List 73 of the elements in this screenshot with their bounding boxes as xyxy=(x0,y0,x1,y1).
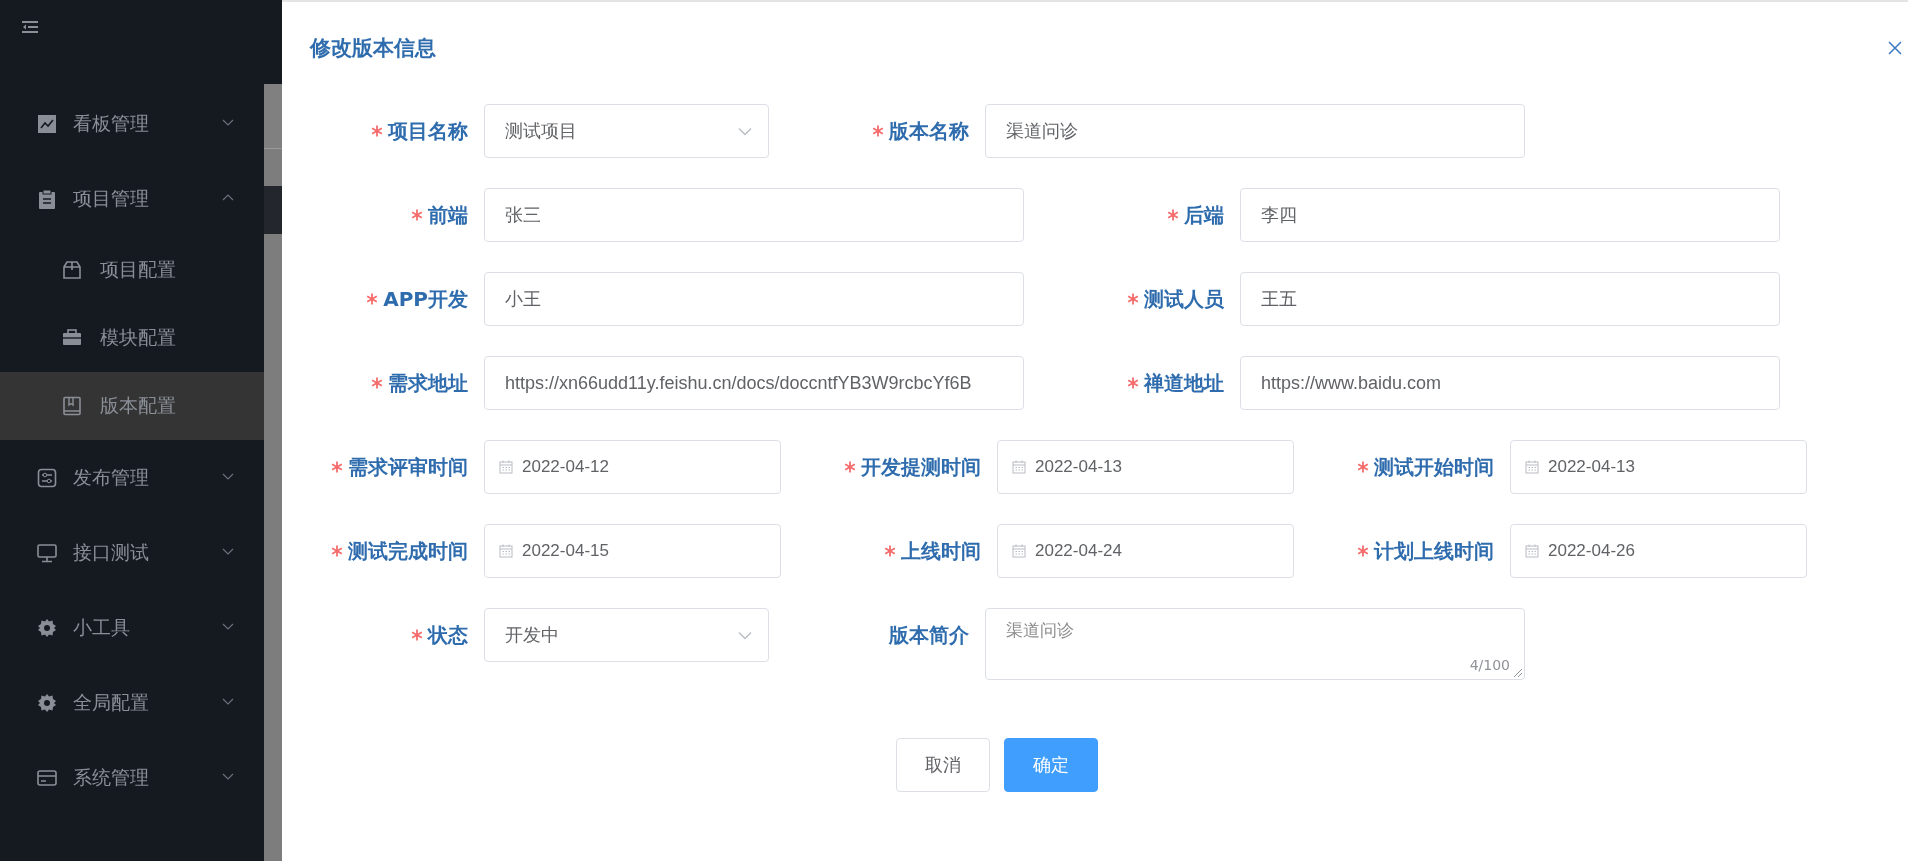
calendar-icon xyxy=(499,544,513,558)
field-label: 前端 xyxy=(428,201,468,229)
field-label: 需求评审时间 xyxy=(348,453,468,481)
field-label: 上线时间 xyxy=(901,537,981,565)
input-field[interactable]: https://www.baidu.com xyxy=(1240,356,1780,410)
field-label: 项目名称 xyxy=(388,117,468,145)
toolbox-icon xyxy=(62,328,82,348)
date-field[interactable]: 2022-04-15 xyxy=(484,524,781,578)
submenu-item[interactable]: 项目配置 xyxy=(0,236,264,304)
field-label: 禅道地址 xyxy=(1144,369,1224,397)
field-label: 测试人员 xyxy=(1144,285,1224,313)
submenu-item[interactable]: 版本配置 xyxy=(0,372,264,440)
character-counter: 4/100 xyxy=(1469,657,1510,673)
clipboard-icon xyxy=(37,188,57,209)
chevron-down-icon xyxy=(222,697,234,706)
menu-item[interactable]: 看板管理 xyxy=(0,86,264,161)
chevron-down-icon xyxy=(222,772,234,781)
date-field[interactable]: 2022-04-26 xyxy=(1510,524,1807,578)
chevron-down-icon xyxy=(738,127,752,136)
calendar-icon xyxy=(1012,544,1026,558)
monitor-icon xyxy=(37,542,57,563)
book-icon xyxy=(62,396,82,416)
chevron-down-icon xyxy=(222,472,234,481)
calendar-icon xyxy=(1525,460,1539,474)
card-icon xyxy=(37,767,57,788)
input-field[interactable]: 小王 xyxy=(484,272,1024,326)
date-field[interactable]: 2022-04-13 xyxy=(1510,440,1807,494)
sliders-icon xyxy=(37,467,57,488)
date-field[interactable]: 2022-04-12 xyxy=(484,440,781,494)
cancel-button[interactable]: 取消 xyxy=(896,738,990,792)
input-field[interactable]: 张三 xyxy=(484,188,1024,242)
field-label: 开发提测时间 xyxy=(861,453,981,481)
input-field[interactable]: 渠道问诊 xyxy=(985,104,1525,158)
field-label: 状态 xyxy=(428,621,468,649)
menu-item[interactable]: 系统管理 xyxy=(0,740,264,815)
chart-icon xyxy=(37,113,57,134)
field-label: 测试完成时间 xyxy=(348,537,468,565)
textarea-field[interactable]: 渠道问诊 4/100 xyxy=(985,608,1525,680)
chevron-up-icon xyxy=(222,193,234,202)
gear-icon xyxy=(37,617,57,638)
box-icon xyxy=(62,260,82,280)
menu-icon[interactable] xyxy=(22,20,38,34)
select-field[interactable]: 测试项目 xyxy=(484,104,769,158)
resize-handle-icon xyxy=(1513,668,1523,678)
chevron-down-icon xyxy=(222,547,234,556)
calendar-icon xyxy=(499,460,513,474)
field-label: 后端 xyxy=(1184,201,1224,229)
menu-item[interactable]: 项目管理 xyxy=(0,161,264,236)
dialog-title: 修改版本信息 xyxy=(310,35,436,62)
field-label: APP开发 xyxy=(383,285,468,313)
chevron-down-icon xyxy=(738,631,752,640)
calendar-icon xyxy=(1012,460,1026,474)
close-icon[interactable] xyxy=(1888,41,1902,55)
field-label: 版本简介 xyxy=(889,621,969,649)
select-field[interactable]: 开发中 xyxy=(484,608,769,662)
menu-item[interactable]: 全局配置 xyxy=(0,665,264,740)
field-label: 测试开始时间 xyxy=(1374,453,1494,481)
menu-item[interactable]: 接口测试 xyxy=(0,515,264,590)
menu-item[interactable]: 小工具 xyxy=(0,590,264,665)
date-field[interactable]: 2022-04-24 xyxy=(997,524,1294,578)
calendar-icon xyxy=(1525,544,1539,558)
input-field[interactable]: 王五 xyxy=(1240,272,1780,326)
menu-item[interactable]: 发布管理 xyxy=(0,440,264,515)
gear-icon xyxy=(37,692,57,713)
field-label: 计划上线时间 xyxy=(1374,537,1494,565)
field-label: 版本名称 xyxy=(889,117,969,145)
date-field[interactable]: 2022-04-13 xyxy=(997,440,1294,494)
input-field[interactable]: 李四 xyxy=(1240,188,1780,242)
submenu-item[interactable]: 模块配置 xyxy=(0,304,264,372)
chevron-down-icon xyxy=(222,622,234,631)
chevron-down-icon xyxy=(222,118,234,127)
field-label: 需求地址 xyxy=(388,369,468,397)
input-field[interactable]: https://xn66udd11y.feishu.cn/docs/doccntfYB3W9rcbcYf6B xyxy=(484,356,1024,410)
